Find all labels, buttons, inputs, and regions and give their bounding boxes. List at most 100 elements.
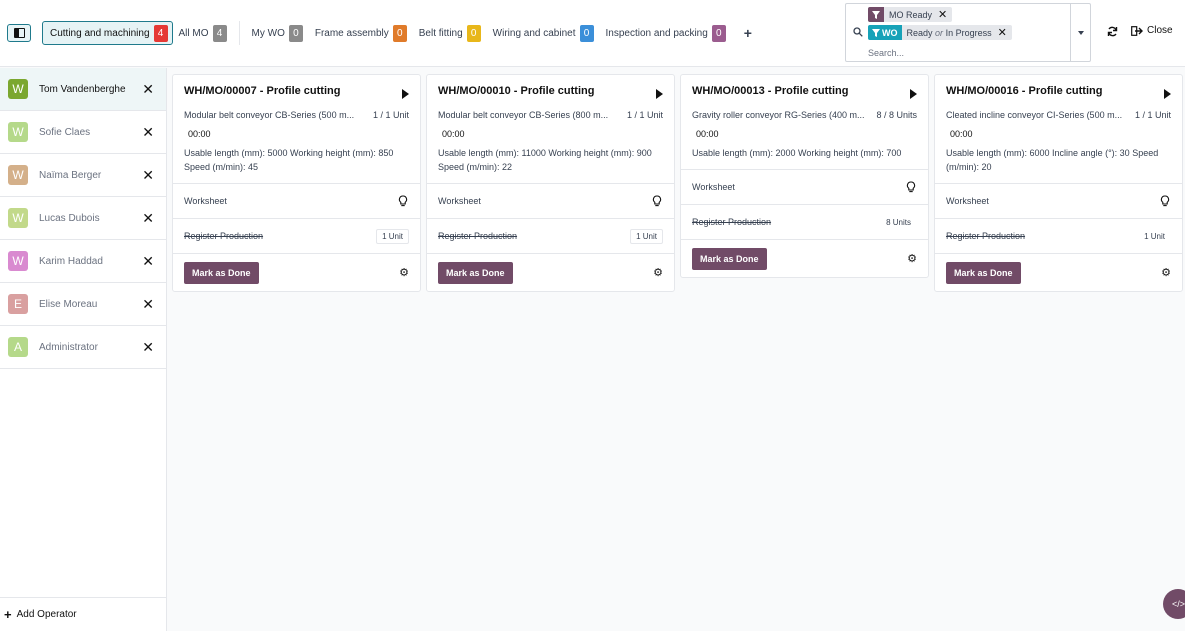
remove-operator-icon[interactable]: ✕ — [142, 210, 154, 227]
worksheet-row[interactable]: Worksheet — [935, 183, 1182, 218]
workorder-card: WH/MO/00007 - Profile cutting Modular be… — [172, 74, 421, 292]
operator-item[interactable]: E Elise Moreau ✕ — [0, 283, 166, 326]
timer: 00:00 — [950, 129, 973, 139]
play-icon[interactable] — [910, 89, 917, 99]
tab-belt-fitting[interactable]: Belt fitting 0 — [413, 21, 487, 45]
lightbulb-icon — [906, 181, 916, 193]
refresh-button[interactable] — [1107, 25, 1118, 40]
workorder-card: WH/MO/00010 - Profile cutting Modular be… — [426, 74, 675, 292]
add-operator-button[interactable]: + Add Operator — [0, 597, 166, 631]
remove-facet-icon[interactable]: ✕ — [936, 8, 952, 21]
operator-item[interactable]: W Sofie Claes ✕ — [0, 111, 166, 154]
operator-item[interactable]: W Lucas Dubois ✕ — [0, 197, 166, 240]
operator-item[interactable]: A Administrator ✕ — [0, 326, 166, 369]
operator-name: Tom Vandenberghe — [39, 83, 126, 95]
gear-icon[interactable]: ⚙ — [653, 266, 663, 279]
search-input[interactable] — [868, 46, 1058, 60]
card-footer: Mark as Done ⚙ — [935, 253, 1182, 291]
worksheet-label: Worksheet — [184, 196, 227, 206]
worksheet-label: Worksheet — [692, 182, 735, 192]
register-production-row[interactable]: Register Production 1 Unit — [427, 218, 674, 253]
tab-my-wo[interactable]: My WO 0 — [246, 21, 309, 45]
product-name: Gravity roller conveyor RG-Series (400 m… — [692, 110, 865, 120]
search-options-toggle[interactable] — [1070, 4, 1091, 61]
timer: 00:00 — [442, 129, 465, 139]
add-workcenter-button[interactable]: + — [740, 25, 756, 41]
gear-icon[interactable]: ⚙ — [399, 266, 409, 279]
avatar: A — [8, 337, 28, 357]
code-icon: </> — [1172, 599, 1185, 609]
register-qty-badge: 1 Unit — [1144, 231, 1165, 241]
worksheet-row[interactable]: Worksheet — [681, 169, 928, 204]
operator-name: Sofie Claes — [39, 126, 91, 138]
product-attributes: Usable length (mm): 5000 Working height … — [184, 148, 394, 172]
mark-as-done-button[interactable]: Mark as Done — [184, 261, 259, 284]
tab-count-badge: 0 — [288, 24, 303, 42]
mark-as-done-button[interactable]: Mark as Done — [946, 261, 1021, 284]
mark-as-done-button[interactable]: Mark as Done — [692, 247, 767, 270]
remove-operator-icon[interactable]: ✕ — [142, 339, 154, 356]
tab-count-badge: 0 — [466, 24, 481, 42]
tab-label: Belt fitting — [418, 27, 463, 39]
avatar: W — [8, 251, 28, 271]
search-icon — [853, 27, 863, 37]
lightbulb-icon — [398, 195, 408, 207]
register-production-label: Register Production — [692, 217, 772, 227]
filter-icon — [868, 7, 884, 22]
operator-name: Elise Moreau — [39, 298, 98, 310]
gear-icon[interactable]: ⚙ — [907, 252, 917, 265]
play-icon[interactable] — [402, 89, 409, 99]
facet-value: Ready — [906, 27, 933, 38]
operator-sidebar: W Tom Vandenberghe ✕ W Sofie Claes ✕ W N… — [0, 68, 167, 631]
workorder-title[interactable]: WH/MO/00010 - Profile cutting — [438, 85, 663, 101]
workorder-title[interactable]: WH/MO/00016 - Profile cutting — [946, 85, 1171, 101]
plus-icon: + — [743, 25, 752, 41]
debug-button[interactable]: </> — [1163, 589, 1185, 619]
operator-item[interactable]: W Naïma Berger ✕ — [0, 154, 166, 197]
avatar: W — [8, 122, 28, 142]
remove-operator-icon[interactable]: ✕ — [142, 167, 154, 184]
worksheet-row[interactable]: Worksheet — [173, 183, 420, 218]
product-name: Cleated incline conveyor CI-Series (500 … — [946, 110, 1123, 120]
tab-divider — [238, 21, 240, 45]
product-qty: 8 / 8 Units — [876, 110, 917, 120]
workorder-title[interactable]: WH/MO/00013 - Profile cutting — [692, 85, 917, 101]
play-icon[interactable] — [1164, 89, 1171, 99]
tab-all-mo[interactable]: All MO 4 — [173, 21, 233, 45]
sidebar-toggle-button[interactable] — [7, 24, 31, 42]
worksheet-label: Worksheet — [946, 196, 989, 206]
tab-frame-assembly[interactable]: Frame assembly 0 — [309, 21, 413, 45]
close-button[interactable]: Close — [1131, 25, 1173, 36]
remove-operator-icon[interactable]: ✕ — [142, 296, 154, 313]
remove-facet-icon[interactable]: ✕ — [996, 26, 1012, 39]
product-line: Modular belt conveyor CB-Series (500 m..… — [184, 110, 409, 122]
tab-inspection-and-packing[interactable]: Inspection and packing 0 — [600, 21, 732, 45]
gear-icon[interactable]: ⚙ — [1161, 266, 1171, 279]
play-icon[interactable] — [656, 89, 663, 99]
workorder-title[interactable]: WH/MO/00007 - Profile cutting — [184, 85, 409, 101]
close-label: Close — [1147, 25, 1173, 36]
product-line: Cleated incline conveyor CI-Series (500 … — [946, 110, 1171, 122]
avatar: W — [8, 165, 28, 185]
filter-icon: WO — [868, 25, 902, 40]
remove-operator-icon[interactable]: ✕ — [142, 124, 154, 141]
sidebar-toggle-icon — [13, 28, 25, 38]
operator-item[interactable]: W Tom Vandenberghe ✕ — [0, 68, 166, 111]
operator-name: Karim Haddad — [39, 255, 103, 267]
workorder-card: WH/MO/00016 - Profile cutting Cleated in… — [934, 74, 1183, 292]
worksheet-row[interactable]: Worksheet — [427, 183, 674, 218]
caret-down-icon — [1078, 30, 1084, 35]
remove-operator-icon[interactable]: ✕ — [142, 81, 154, 98]
remove-operator-icon[interactable]: ✕ — [142, 253, 154, 270]
register-production-row[interactable]: Register Production 1 Unit — [935, 218, 1182, 253]
tab-cutting-and-machining[interactable]: Cutting and machining 4 — [42, 21, 173, 45]
register-production-label: Register Production — [946, 231, 1026, 241]
operator-item[interactable]: W Karim Haddad ✕ — [0, 240, 166, 283]
plus-icon: + — [4, 607, 12, 622]
avatar: E — [8, 294, 28, 314]
tab-wiring-and-cabinet[interactable]: Wiring and cabinet 0 — [487, 21, 600, 45]
mark-as-done-button[interactable]: Mark as Done — [438, 261, 513, 284]
register-production-row[interactable]: Register Production 1 Unit — [173, 218, 420, 253]
register-production-row[interactable]: Register Production 8 Units — [681, 204, 928, 239]
register-qty-badge: 1 Unit — [630, 228, 663, 244]
